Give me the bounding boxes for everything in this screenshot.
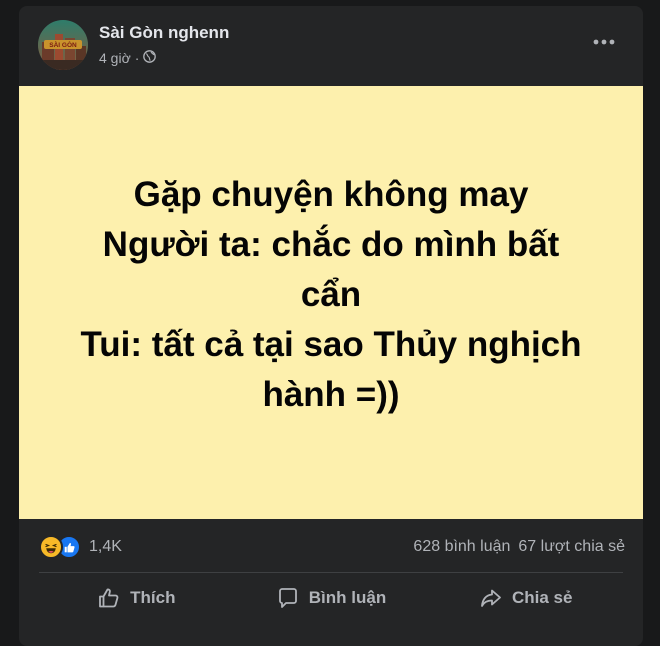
share-button[interactable]: Chia sẻ xyxy=(428,576,623,620)
post-actions: Thích Bình luận Chia sẻ xyxy=(39,576,623,620)
post-text-line: hành =)) xyxy=(262,374,400,414)
post-text: Gặp chuyện không may Người ta: chắc do m… xyxy=(51,170,611,420)
meta-separator: · xyxy=(134,50,140,66)
reactions-summary[interactable]: 1,4K xyxy=(39,535,122,559)
comment-button-label: Bình luận xyxy=(308,588,387,607)
post-stats: 1,4K 628 bình luận 67 lượt chia sẻ xyxy=(19,529,643,563)
post-timestamp[interactable]: 4 giờ xyxy=(99,50,131,66)
like-button[interactable]: Thích xyxy=(39,576,234,620)
post-header: SÀI GÒN Sài Gòn nghenn 4 giờ · xyxy=(19,6,643,84)
post-text-line: Gặp chuyện không may xyxy=(133,174,529,214)
comment-bubble-icon xyxy=(276,586,300,610)
post-card: SÀI GÒN Sài Gòn nghenn 4 giờ · Gặp chuyệ… xyxy=(19,6,643,646)
comment-button[interactable]: Bình luận xyxy=(234,576,429,620)
post-text-line: cẩn xyxy=(300,274,362,314)
avatar-logo-text: SÀI GÒN xyxy=(49,40,77,49)
comment-count[interactable]: 628 bình luận xyxy=(413,538,510,556)
post-meta: 4 giờ · xyxy=(99,50,157,66)
reaction-count: 1,4K xyxy=(89,538,122,555)
engagement-counts: 628 bình luận 67 lượt chia sẻ xyxy=(413,538,625,556)
globe-icon[interactable] xyxy=(143,50,157,66)
thumbs-up-icon xyxy=(97,586,121,610)
post-text-line: Tui: tất cả tại sao Thủy nghịch xyxy=(80,324,582,364)
share-arrow-icon xyxy=(479,586,503,610)
avatar-image: SÀI GÒN xyxy=(38,20,88,70)
stats-divider xyxy=(39,572,623,573)
page-avatar[interactable]: SÀI GÒN xyxy=(38,20,88,70)
page-name[interactable]: Sài Gòn nghenn xyxy=(99,23,229,43)
share-count[interactable]: 67 lượt chia sẻ xyxy=(518,538,625,556)
post-text-background[interactable]: Gặp chuyện không may Người ta: chắc do m… xyxy=(19,86,643,519)
more-options-icon[interactable] xyxy=(591,32,617,52)
post-text-line: Người ta: chắc do mình bất xyxy=(102,224,560,264)
share-button-label: Chia sẻ xyxy=(511,588,573,607)
like-button-label: Thích xyxy=(130,588,176,607)
haha-icon xyxy=(39,535,63,559)
